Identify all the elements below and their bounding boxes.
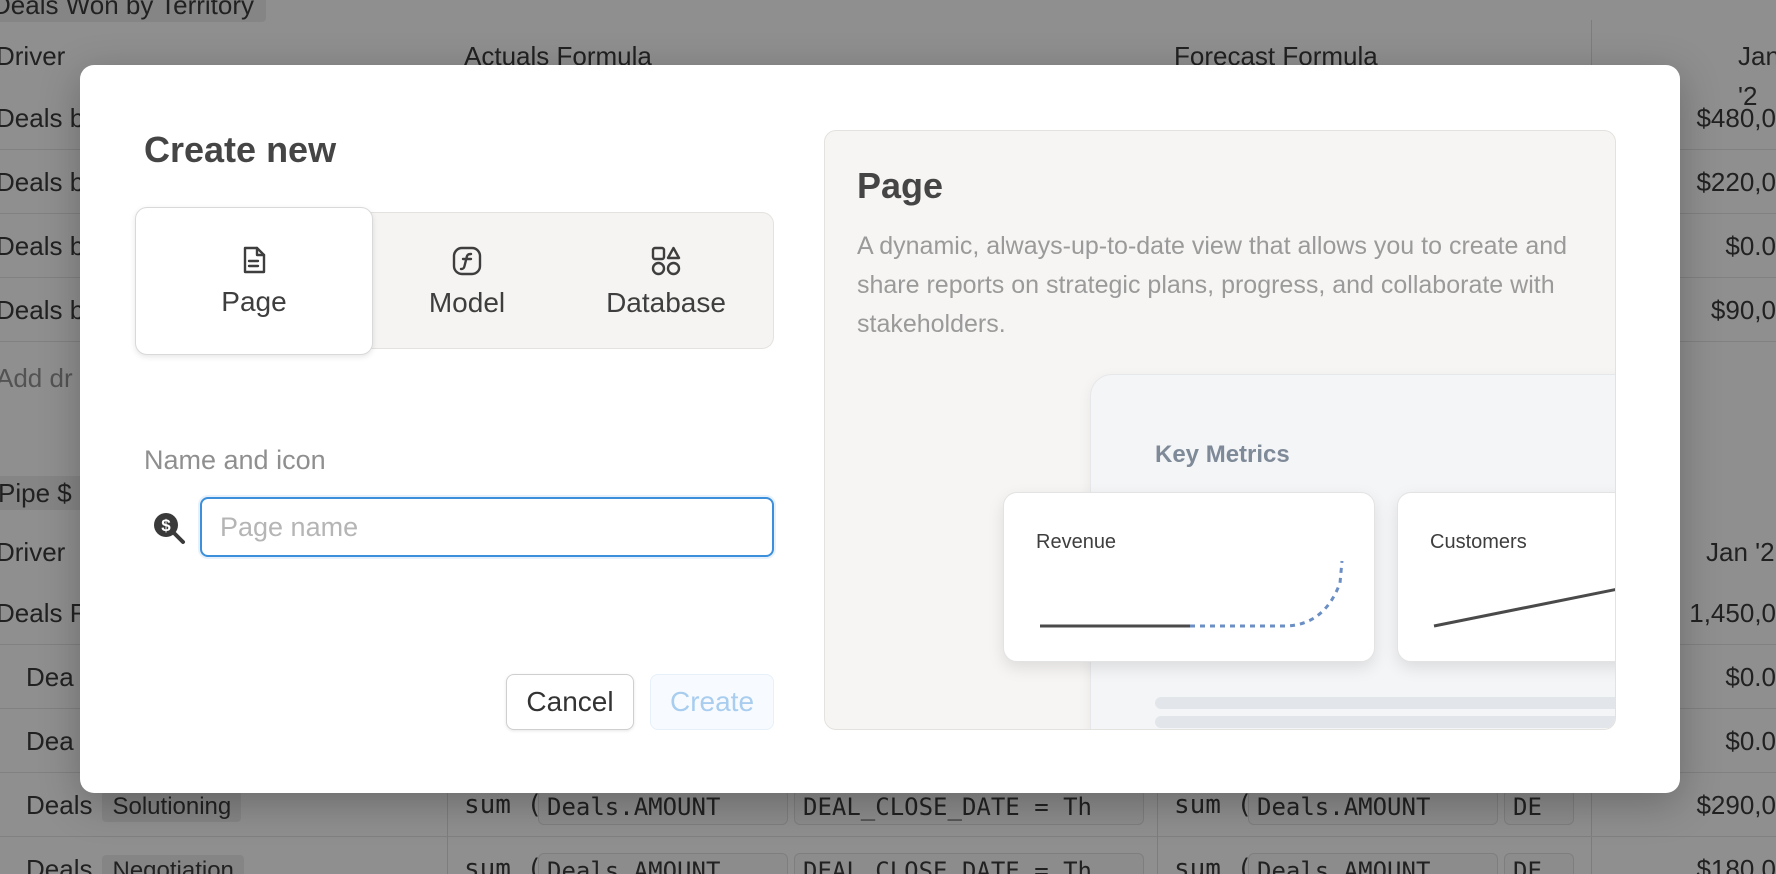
option-database[interactable]: Database: [557, 213, 775, 350]
preview-description: A dynamic, always-up-to-date view that a…: [857, 232, 1568, 338]
create-new-dialog: Create new Page Model Database Name and …: [80, 65, 1680, 793]
placeholder-bar: [1155, 697, 1615, 709]
name-and-icon-label: Name and icon: [144, 445, 326, 475]
metric-card-revenue: Revenue: [1003, 492, 1375, 662]
page-icon: [243, 246, 266, 274]
customers-sparkline: [1433, 588, 1615, 628]
dollar-search-icon[interactable]: $: [152, 511, 186, 545]
option-page[interactable]: Page: [135, 207, 373, 355]
preview-title: Page: [857, 165, 944, 206]
dialog-title: Create new: [144, 129, 337, 170]
type-selector: Page Model Database: [135, 207, 775, 355]
preview-panel: Page A dynamic, always-up-to-date view t…: [824, 130, 1616, 730]
page-name-input[interactable]: [200, 497, 774, 557]
function-icon: [452, 246, 482, 276]
svg-text:$: $: [161, 516, 171, 535]
option-model[interactable]: Model: [377, 213, 557, 350]
placeholder-bar: [1155, 716, 1615, 728]
revenue-sparkline: [1040, 560, 1344, 628]
cancel-button[interactable]: Cancel: [506, 674, 634, 730]
metric-card-customers: Customers: [1397, 492, 1615, 662]
shapes-icon: [651, 246, 681, 276]
create-button[interactable]: Create: [650, 674, 774, 730]
mock-title: Key Metrics: [1155, 441, 1290, 468]
